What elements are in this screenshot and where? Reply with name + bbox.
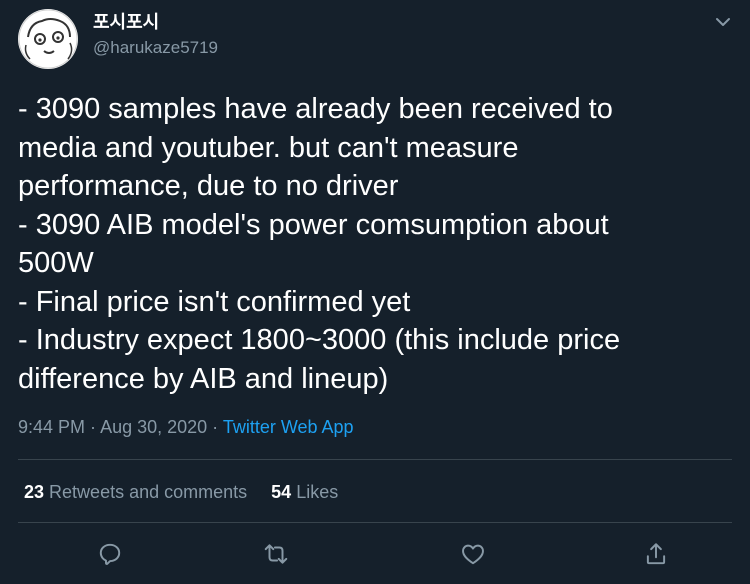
tweet-meta: 9:44 PM · Aug 30, 2020 · Twitter Web App [18,415,354,439]
tweet-stats: 23 Retweets and comments 54 Likes [24,480,338,504]
share-button[interactable] [640,538,672,570]
tweet-text: - 3090 samples have already been receive… [18,90,730,398]
tweet-text-line: - 3090 samples have already been receive… [18,93,613,125]
tweet-date[interactable]: Aug 30, 2020 [100,417,207,437]
tweet-text-line: performance, due to no driver [18,170,399,202]
tweet-text-line: - Final price isn't confirmed yet [18,285,411,318]
tweet-text-line: - Industry expect 1800~3000 (this includ… [18,324,621,356]
tweet-source-link[interactable]: Twitter Web App [223,417,354,437]
retweets-stat[interactable]: 23 Retweets and comments [24,482,247,502]
likes-label: Likes [296,482,339,502]
display-name[interactable]: 포시포시 [93,11,218,33]
tweet-header: 포시포시 @harukaze5719 [18,9,732,69]
chevron-down-icon[interactable] [714,13,732,31]
avatar-image [18,9,78,69]
retweets-label: Retweets and comments [49,482,248,502]
like-button[interactable] [457,538,489,570]
divider [18,459,732,460]
tweet-text-line: difference by AIB and lineup) [18,362,389,395]
tweet-time[interactable]: 9:44 PM [18,417,85,437]
retweet-button[interactable] [260,538,292,570]
share-icon [646,543,666,565]
reply-icon [99,543,121,565]
user-names: 포시포시 @harukaze5719 [93,11,218,59]
retweets-count: 23 [24,482,45,502]
tweet-text-line: 500W [18,247,94,279]
reply-button[interactable] [94,538,126,570]
user-handle[interactable]: @harukaze5719 [93,37,218,59]
meta-separator: · [85,417,101,437]
likes-stat[interactable]: 54 Likes [271,482,338,502]
likes-count: 54 [271,482,292,502]
tweet-card: 포시포시 @harukaze5719 - 3090 samples have a… [0,0,750,584]
heart-icon [462,544,484,565]
meta-separator: · [207,417,223,437]
tweet-actions [0,538,750,572]
retweet-icon [264,544,288,564]
tweet-text-line: media and youtuber. but can't measure [18,131,519,164]
divider [18,522,732,523]
tweet-text-line: - 3090 AIB model's power comsumption abo… [18,208,609,241]
avatar[interactable] [18,9,78,69]
